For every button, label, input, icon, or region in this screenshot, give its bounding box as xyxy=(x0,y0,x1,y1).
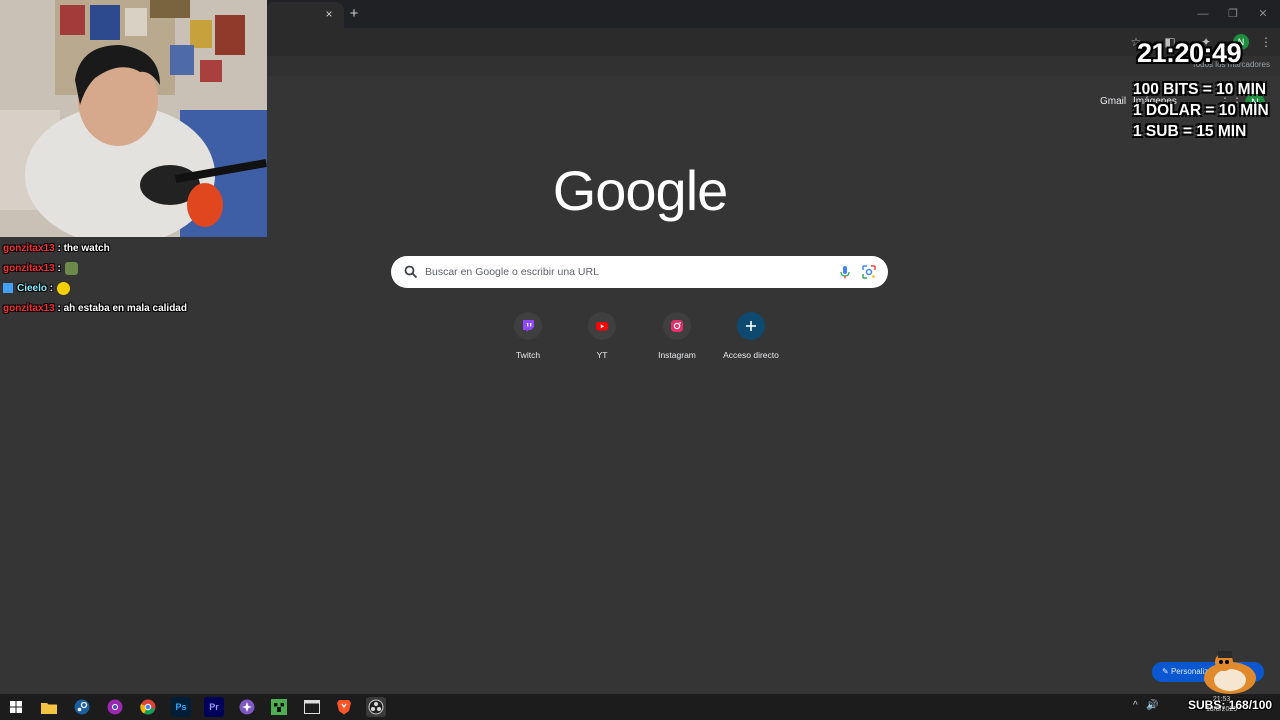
chat-overlay: gonzitax13 : the watch gonzitax13 : Ciee… xyxy=(3,238,187,318)
clock-time: 21:53 xyxy=(1212,696,1231,703)
menu-icon[interactable]: ⋮ xyxy=(1258,34,1274,50)
rule-bits: 100 BITS = 10 MIN xyxy=(1133,81,1267,98)
chat-message: gonzitax13 : ah estaba en mala calidad xyxy=(3,298,187,318)
chrome-icon[interactable] xyxy=(138,697,158,717)
chat-text: : ah estaba en mala calidad xyxy=(57,302,187,314)
rule-sub: 1 SUB = 15 MIN xyxy=(1133,123,1247,140)
minimize-button[interactable]: — xyxy=(1188,4,1218,24)
search-icon xyxy=(404,265,418,279)
file-explorer-icon[interactable] xyxy=(39,697,59,717)
plus-icon xyxy=(737,312,765,340)
tray-overflow-icon[interactable]: ^ xyxy=(1133,700,1138,711)
taskbar-clock[interactable]: 21:53 18/8/2025 xyxy=(1206,695,1237,715)
shortcut-label: Instagram xyxy=(658,350,696,360)
search-box[interactable] xyxy=(391,256,888,288)
brave-icon[interactable] xyxy=(334,697,354,717)
shortcut-add[interactable]: Acceso directo xyxy=(716,312,786,360)
chat-text: : xyxy=(57,262,61,274)
chat-username: Cieelo xyxy=(17,282,48,294)
chat-message: Cieelo : xyxy=(3,278,187,298)
shortcut-twitch[interactable]: Twitch xyxy=(493,312,563,360)
minecraft-icon[interactable] xyxy=(269,697,289,717)
purple-app-icon[interactable] xyxy=(237,697,257,717)
chat-username: gonzitax13 xyxy=(3,302,55,314)
chat-username: gonzitax13 xyxy=(3,262,55,274)
webcam-overlay xyxy=(0,0,267,237)
search-input[interactable] xyxy=(425,256,825,288)
google-logo: Google xyxy=(552,159,729,222)
chat-text: : xyxy=(49,282,54,294)
webcam-image xyxy=(0,0,267,237)
subathon-timer: 21:20:49 xyxy=(1137,38,1242,68)
window-app-icon[interactable] xyxy=(302,697,322,717)
google-lens-icon[interactable] xyxy=(861,264,877,280)
shortcut-instagram[interactable]: Instagram xyxy=(642,312,712,360)
microphone-icon[interactable] xyxy=(837,264,853,280)
premiere-icon[interactable]: Pr xyxy=(204,697,224,717)
shortcut-label: Twitch xyxy=(515,350,541,360)
shortcut-label: YT xyxy=(596,350,608,360)
emoji-icon xyxy=(57,281,71,295)
close-tab-icon[interactable]: × xyxy=(320,5,338,23)
taskbar: Ps Pr ^ 🔊 xyxy=(0,694,1280,720)
photoshop-icon[interactable]: Ps xyxy=(171,697,191,717)
steam-icon[interactable] xyxy=(72,697,92,717)
chat-message: gonzitax13 : xyxy=(3,258,187,278)
chat-text: : the watch xyxy=(57,242,110,254)
new-tab-button[interactable]: + xyxy=(344,4,364,24)
shortcut-youtube[interactable]: YT xyxy=(567,312,637,360)
volume-icon[interactable]: 🔊 xyxy=(1146,700,1158,711)
subathon-rules: 100 BITS = 10 MIN 1 DOLAR = 10 MIN 1 SUB… xyxy=(1133,81,1269,144)
chat-message: gonzitax13 : the watch xyxy=(3,238,187,258)
shortcut-label: Acceso directo xyxy=(723,350,779,360)
instagram-icon xyxy=(663,312,691,340)
twitch-icon xyxy=(514,312,542,340)
chat-username: gonzitax13 xyxy=(3,242,55,254)
rule-dollar: 1 DOLAR = 10 MIN xyxy=(1133,102,1269,119)
chrome-canary-icon[interactable] xyxy=(105,697,125,717)
start-icon[interactable] xyxy=(6,697,26,717)
frog-emote-icon xyxy=(64,261,78,275)
gmail-link[interactable]: Gmail xyxy=(1100,96,1126,107)
mascot-image xyxy=(1204,651,1256,694)
badge-icon xyxy=(3,283,13,293)
obs-icon[interactable] xyxy=(366,697,386,717)
close-window-button[interactable]: ✕ xyxy=(1248,4,1278,24)
clock-date: 18/8/2025 xyxy=(1206,706,1238,713)
youtube-icon xyxy=(588,312,616,340)
maximize-button[interactable]: ❐ xyxy=(1218,4,1248,24)
